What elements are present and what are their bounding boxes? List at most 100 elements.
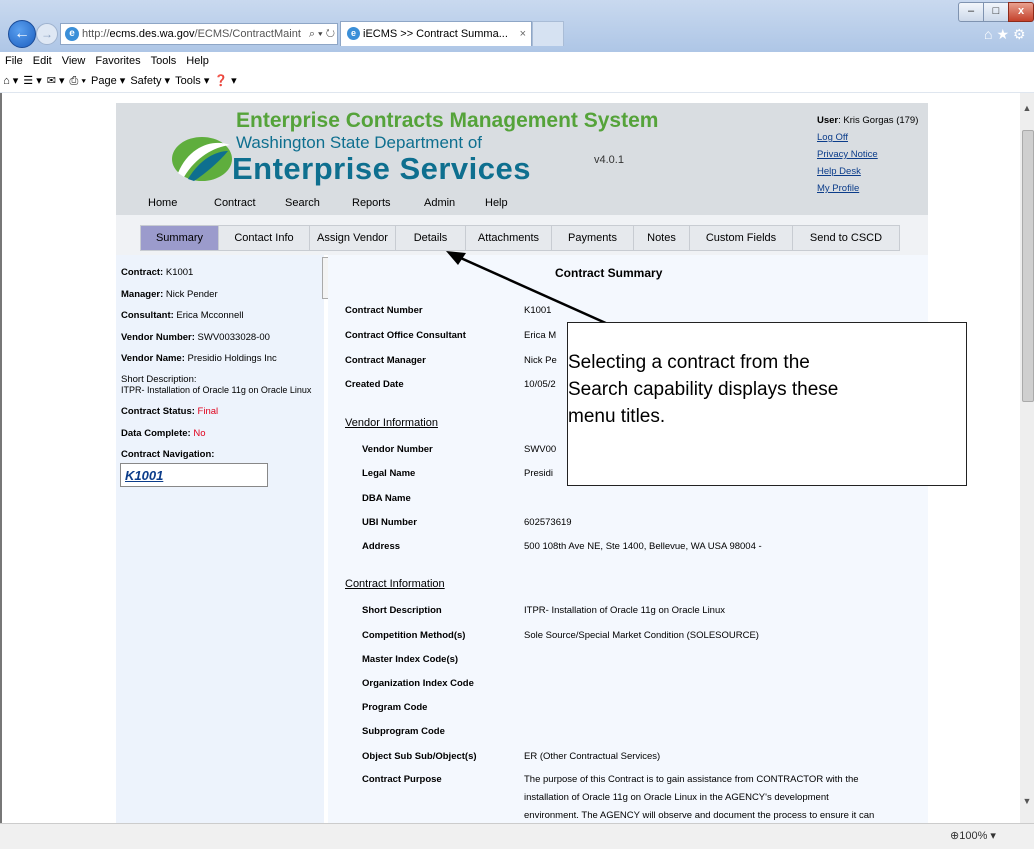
new-tab-button[interactable] — [532, 21, 564, 46]
ie-logo-icon: e — [65, 27, 79, 41]
sidebar-vendor-number: Vendor Number: SWV0033028-00 — [121, 332, 270, 343]
contract-navigation-link[interactable]: K1001 — [120, 463, 268, 487]
status-bar — [0, 823, 1034, 849]
maximize-button[interactable]: □ — [983, 2, 1009, 22]
sidebar-consultant: Consultant: Erica Mcconnell — [121, 310, 244, 321]
vendor-row-label: Address — [362, 541, 401, 552]
contract-row-label: Program Code — [362, 702, 428, 713]
tab-summary[interactable]: Summary — [141, 226, 219, 250]
version-label: v4.0.1 — [594, 154, 624, 166]
mail-cmd-icon[interactable]: ✉ ▾ — [47, 75, 65, 87]
contract-row-label: Organization Index Code — [362, 678, 474, 689]
help-desk-link[interactable]: Help Desk — [817, 163, 918, 180]
sidebar-data-complete: Data Complete: No — [121, 428, 206, 439]
my-profile-link[interactable]: My Profile — [817, 180, 918, 197]
purpose-line-3: environment. The AGENCY will observe and… — [524, 810, 875, 821]
zoom-control[interactable]: ⊕100% ▾ — [950, 829, 996, 842]
user-info: User: Kris Gorgas (179) — [817, 115, 919, 126]
vendor-row-label: DBA Name — [362, 493, 411, 504]
contract-row-value: The purpose of this Contract is to gain … — [524, 774, 859, 785]
tab-notes[interactable]: Notes — [634, 226, 690, 250]
log-off-link[interactable]: Log Off — [817, 129, 918, 146]
nav-reports[interactable]: Reports — [352, 197, 391, 209]
tab-assign-vendor[interactable]: Assign Vendor — [310, 226, 396, 250]
tab-contact-info[interactable]: Contact Info — [219, 226, 310, 250]
command-bar: ⌂ ▾ ☰ ▾ ✉ ▾ ⎙ ▾ Page ▾ Safety ▾ Tools ▾ ❓ ▾ — [0, 70, 1034, 93]
department-brand: Enterprise Services — [232, 151, 532, 186]
callout-line: Search capability displays these — [568, 379, 839, 400]
menu-file[interactable]: File — [0, 52, 28, 70]
address-controls[interactable]: ⌕ ▾ ↻ — [309, 24, 335, 44]
menu-view[interactable]: View — [57, 52, 91, 70]
sidebar-status: Contract Status: Final — [121, 406, 219, 417]
menu-tools[interactable]: Tools — [146, 52, 182, 70]
menu-bar: File Edit View Favorites Tools Help — [0, 52, 1034, 70]
sidebar-manager: Manager: Nick Pender — [121, 289, 218, 300]
home-favorites-settings-icons[interactable]: ⌂★⚙ — [984, 26, 1030, 43]
print-cmd-icon[interactable]: ⎙ ▾ — [70, 75, 86, 87]
menu-edit[interactable]: Edit — [28, 52, 57, 70]
help-cmd-icon[interactable]: ❓ ▾ — [214, 75, 236, 87]
scroll-thumb[interactable] — [1022, 130, 1034, 402]
contract-row-label: Contract Purpose — [362, 774, 442, 785]
contract-row-value: ITPR- Installation of Oracle 11g on Orac… — [524, 605, 726, 616]
forward-arrow-icon: → — [41, 27, 53, 41]
scroll-down-icon[interactable]: ▼ — [1020, 796, 1034, 812]
back-button[interactable]: ← — [8, 20, 36, 48]
vendor-row-value: SWV00 — [524, 444, 557, 455]
contract-row-label: Subprogram Code — [362, 726, 445, 737]
sidebar-short-desc-label: Short Description: — [121, 374, 197, 385]
department-name: Washington State Department of — [236, 133, 483, 152]
tab-favicon-icon: e — [347, 27, 360, 40]
sidebar-contract: Contract: K1001 — [121, 267, 194, 278]
annotation-callout: Selecting a contract from the Search cap… — [567, 322, 967, 486]
row-label: Contract Number — [345, 305, 423, 316]
feeds-cmd-icon[interactable]: ☰ ▾ — [23, 75, 41, 87]
vendor-row-value: 602573619 — [524, 517, 572, 528]
vendor-row-value: 500 108th Ave NE, Ste 1400, Bellevue, WA… — [524, 541, 762, 552]
tab-custom-fields[interactable]: Custom Fields — [690, 226, 793, 250]
browser-tab-active[interactable]: e iECMS >> Contract Summa... × — [340, 21, 532, 46]
address-bar[interactable]: e http://ecms.des.wa.gov/ECMS/ContractMai… — [60, 23, 338, 45]
vendor-row-label: Legal Name — [362, 468, 416, 479]
contract-row-label: Master Index Code(s) — [362, 654, 459, 665]
contract-row-label: Object Sub Sub/Object(s) — [362, 751, 477, 762]
vendor-section-heading: Vendor Information — [345, 417, 438, 429]
sidebar-nav-label: Contract Navigation: — [121, 449, 215, 460]
menu-help[interactable]: Help — [181, 52, 214, 70]
nav-search[interactable]: Search — [285, 197, 320, 209]
tab-send-to-cscd[interactable]: Send to CSCD — [793, 226, 899, 250]
callout-line: Selecting a contract from the — [568, 352, 810, 373]
safety-menu[interactable]: Safety ▾ — [130, 75, 170, 87]
address-url[interactable]: http://ecms.des.wa.gov/ECMS/ContractMain… — [82, 28, 301, 40]
contract-row-label: Competition Method(s) — [362, 630, 466, 641]
purpose-line-2: installation of Oracle 11g on Oracle Lin… — [524, 792, 829, 803]
home-cmd-icon[interactable]: ⌂ ▾ — [3, 75, 18, 87]
scroll-up-icon[interactable]: ▲ — [1020, 103, 1034, 119]
contract-row-label: Short Description — [362, 605, 442, 616]
back-arrow-icon: ← — [14, 25, 30, 42]
page-menu[interactable]: Page ▾ — [91, 75, 125, 87]
row-value: Nick Pe — [524, 355, 557, 366]
contract-row-value: ER (Other Contractual Services) — [524, 751, 661, 762]
vendor-row-value: Presidi — [524, 468, 554, 479]
menu-favorites[interactable]: Favorites — [90, 52, 145, 70]
callout-line: menu titles. — [568, 406, 666, 427]
tools-menu[interactable]: Tools ▾ — [175, 75, 209, 87]
nav-admin[interactable]: Admin — [424, 197, 455, 209]
minimize-button[interactable]: – — [958, 2, 984, 22]
nav-help[interactable]: Help — [485, 197, 508, 209]
contract-row-value: Sole Source/Special Market Condition (SO… — [524, 630, 759, 641]
forward-button[interactable]: → — [36, 23, 58, 45]
vendor-row-label: Vendor Number — [362, 444, 433, 455]
tab-close-icon[interactable]: × — [520, 22, 526, 46]
nav-contract[interactable]: Contract — [214, 197, 256, 209]
des-logo-icon — [172, 137, 232, 181]
sidebar-vendor-name: Vendor Name: Presidio Holdings Inc — [121, 353, 277, 364]
sidebar-short-desc: ITPR- Installation of Oracle 11g on Orac… — [121, 385, 312, 395]
close-window-button[interactable]: x — [1008, 2, 1034, 22]
row-label: Contract Manager — [345, 355, 426, 366]
row-value: 10/05/2 — [524, 379, 556, 390]
privacy-notice-link[interactable]: Privacy Notice — [817, 146, 918, 163]
nav-home[interactable]: Home — [148, 197, 177, 209]
